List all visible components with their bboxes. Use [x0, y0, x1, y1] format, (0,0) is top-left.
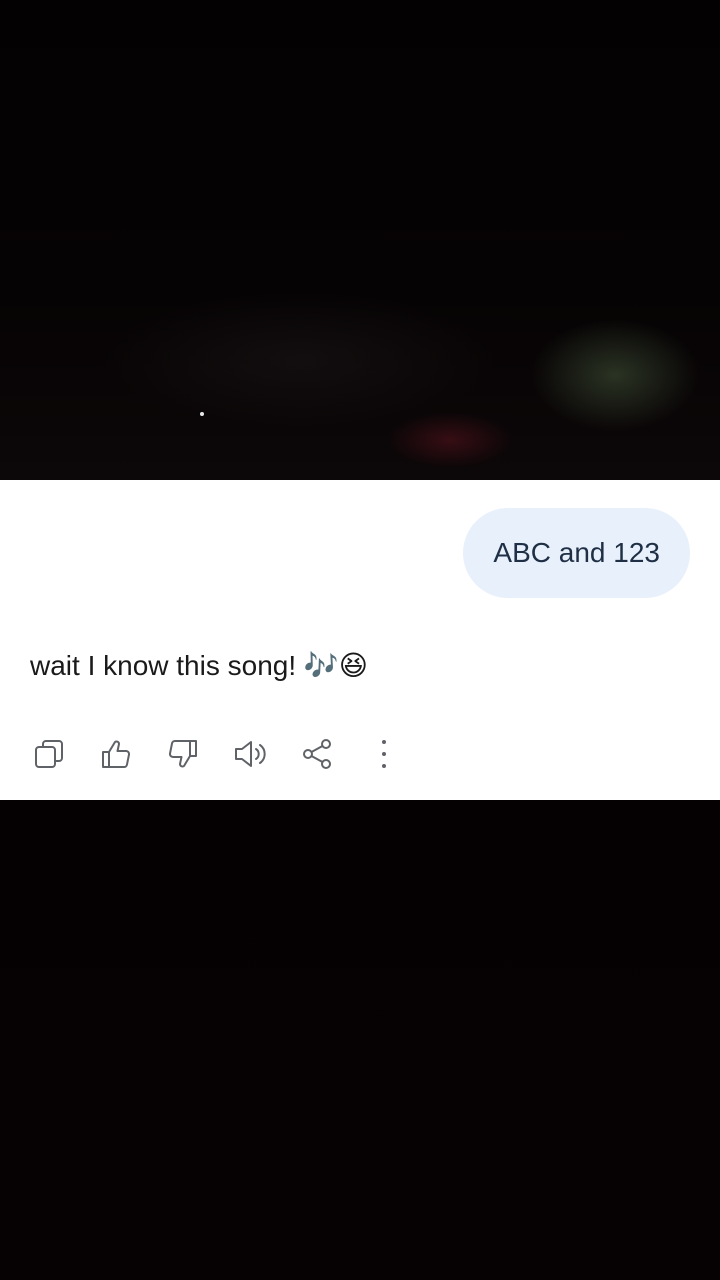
thumbs-up-icon: [102, 740, 130, 768]
share-icon: [303, 739, 331, 769]
share-button[interactable]: [298, 732, 336, 776]
assistant-message-text: wait I know this song!: [30, 650, 297, 681]
background-night-photo-bottom: [0, 800, 720, 1280]
thumbs-up-button[interactable]: [97, 732, 135, 776]
more-vert-icon: [382, 740, 386, 768]
screen: ABC and 123 wait I know this song! 🎶😆: [0, 0, 720, 1280]
chat-panel: ABC and 123 wait I know this song! 🎶😆: [0, 480, 720, 800]
message-action-bar: [30, 732, 432, 776]
speaker-icon: [235, 741, 266, 767]
user-message-bubble[interactable]: ABC and 123: [463, 508, 690, 598]
thumbs-down-icon: [169, 740, 197, 768]
more-options-button[interactable]: [365, 732, 403, 776]
thumbs-down-button[interactable]: [164, 732, 202, 776]
copy-icon: [35, 740, 63, 768]
read-aloud-button[interactable]: [231, 732, 269, 776]
copy-button[interactable]: [30, 732, 68, 776]
background-night-photo-top: [0, 0, 720, 480]
assistant-message: wait I know this song! 🎶😆: [30, 646, 368, 686]
light-dot: [200, 412, 204, 416]
assistant-message-emoji: 🎶😆: [303, 649, 368, 682]
